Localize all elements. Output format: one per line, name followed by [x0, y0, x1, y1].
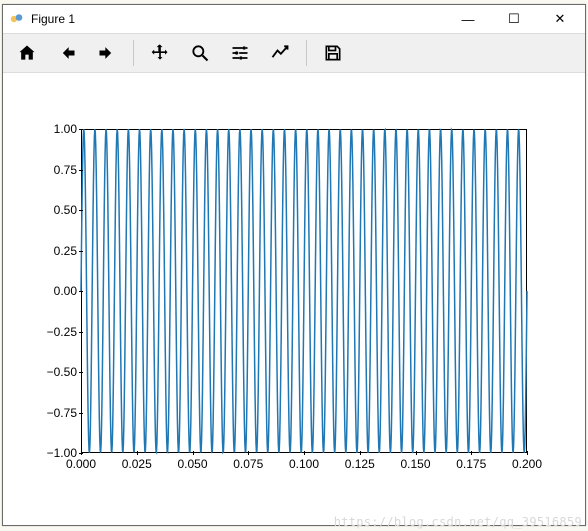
x-tick-label: 0.125	[345, 457, 375, 471]
pan-button[interactable]	[142, 38, 178, 68]
app-icon	[9, 11, 25, 27]
save-button[interactable]	[315, 38, 351, 68]
chart-line-icon	[270, 43, 290, 63]
plot-area[interactable]: −1.00−0.75−0.50−0.250.000.250.500.751.00…	[3, 73, 585, 525]
x-tick-label: 0.025	[122, 457, 152, 471]
x-tick-label: 0.075	[233, 457, 263, 471]
x-tick-label: 0.175	[456, 457, 486, 471]
nav-toolbar	[3, 33, 585, 73]
arrow-right-icon	[97, 43, 117, 63]
minimize-button[interactable]: —	[445, 5, 491, 33]
y-tick-label: 1.00	[17, 122, 77, 136]
window-title: Figure 1	[31, 12, 75, 26]
y-tick-label: −0.25	[17, 325, 77, 339]
magnifier-icon	[190, 43, 210, 63]
line-series-0	[81, 129, 527, 453]
zoom-button[interactable]	[182, 38, 218, 68]
x-tick-label: 0.200	[512, 457, 542, 471]
y-tick-label: 0.00	[17, 284, 77, 298]
y-tick-label: −0.50	[17, 365, 77, 379]
home-icon	[17, 43, 37, 63]
arrow-left-icon	[57, 43, 77, 63]
y-tick-label: 0.50	[17, 203, 77, 217]
maximize-button[interactable]: ☐	[491, 5, 537, 33]
y-tick-label: 0.75	[17, 163, 77, 177]
move-icon	[150, 43, 170, 63]
titlebar[interactable]: Figure 1 — ☐ ✕	[3, 5, 585, 33]
x-tick-label: 0.100	[289, 457, 319, 471]
save-icon	[323, 43, 343, 63]
x-tick-label: 0.150	[400, 457, 430, 471]
toolbar-separator	[306, 40, 307, 66]
figure-window: Figure 1 — ☐ ✕	[2, 4, 586, 526]
x-tick-label: 0.000	[66, 457, 96, 471]
y-tick-label: −0.75	[17, 406, 77, 420]
axes-button[interactable]	[262, 38, 298, 68]
close-button[interactable]: ✕	[537, 5, 583, 33]
back-button[interactable]	[49, 38, 85, 68]
forward-button[interactable]	[89, 38, 125, 68]
home-button[interactable]	[9, 38, 45, 68]
subplots-button[interactable]	[222, 38, 258, 68]
x-tick-label: 0.050	[177, 457, 207, 471]
y-tick-label: 0.25	[17, 244, 77, 258]
sliders-icon	[230, 43, 250, 63]
toolbar-separator	[133, 40, 134, 66]
watermark: https://blog.csdn.net/qq_39516859	[334, 515, 582, 529]
